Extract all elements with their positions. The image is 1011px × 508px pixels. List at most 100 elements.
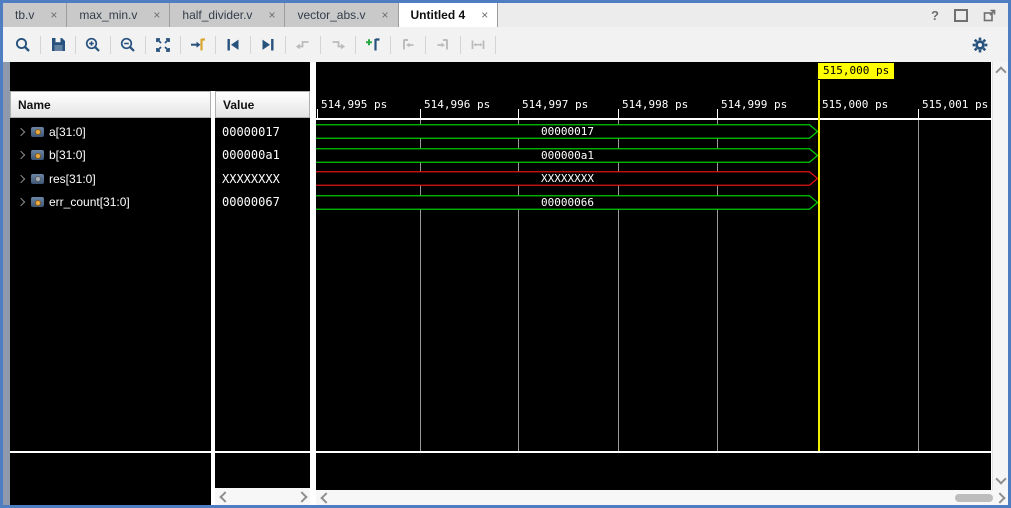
left-edge-strip (3, 62, 10, 505)
float-window-icon[interactable] (983, 9, 996, 22)
value-column-header[interactable]: Value (215, 91, 310, 118)
ruler-tick (618, 109, 619, 118)
search-button[interactable] (9, 32, 37, 58)
previous-marker-icon (399, 36, 417, 54)
previous-transition-icon (224, 36, 242, 54)
maximize-icon[interactable] (954, 9, 968, 22)
scroll-right-icon[interactable] (994, 492, 1005, 503)
help-icon[interactable]: ? (931, 8, 939, 23)
add-marker-button[interactable] (359, 32, 387, 58)
close-icon[interactable]: × (481, 8, 488, 22)
ruler-time-label: 515,000 ps (822, 98, 888, 111)
swap-previous-icon (294, 36, 312, 54)
close-icon[interactable]: × (50, 8, 57, 22)
ruler-tick (518, 109, 519, 118)
tab-tb-v[interactable]: tb.v × (3, 3, 67, 27)
wave-bus-res: XXXXXXXX (316, 171, 819, 186)
toolbar-separator (145, 36, 146, 54)
signal-value-cell[interactable]: 00000017 (215, 120, 310, 143)
signal-row-b[interactable]: b[31:0] (10, 144, 211, 167)
wave-horizontal-scrollbar[interactable] (316, 490, 1008, 505)
tab-untitled-4[interactable]: Untitled 4 × (399, 3, 499, 27)
next-transition-button[interactable] (254, 32, 282, 58)
scroll-up-icon[interactable] (995, 66, 1006, 77)
ruler-time-label: 514,996 ps (424, 98, 490, 111)
time-cursor[interactable] (818, 80, 820, 451)
tabbar-actions: ? (931, 3, 1008, 27)
name-column-header[interactable]: Name (10, 91, 211, 118)
wave-main-area: Name Value a[31:0] b[31:0] res[31:0] err… (3, 62, 1008, 505)
next-marker-button (429, 32, 457, 58)
bus-signal-icon (31, 197, 44, 207)
scroll-right-icon[interactable] (296, 491, 307, 502)
zoom-in-button[interactable] (79, 32, 107, 58)
tab-label: vector_abs.v (297, 8, 365, 22)
wave-bus-value: 00000066 (316, 195, 819, 210)
signal-name-label: res[31:0] (49, 172, 96, 186)
toolbar-separator (110, 36, 111, 54)
scrollbar-thumb[interactable] (955, 494, 993, 502)
tab-max-min-v[interactable]: max_min.v × (67, 3, 170, 27)
signal-row-res[interactable]: res[31:0] (10, 167, 211, 190)
next-marker-icon (434, 36, 452, 54)
save-button[interactable] (44, 32, 72, 58)
wave-bus-value: XXXXXXXX (316, 171, 819, 186)
go-to-time-button[interactable] (184, 32, 212, 58)
value-header-label: Value (223, 98, 254, 112)
tab-label: Untitled 4 (411, 8, 466, 22)
wave-bus-err-count: 00000066 (316, 195, 819, 210)
name-header-label: Name (18, 98, 51, 112)
expand-chevron-icon[interactable] (17, 127, 25, 135)
panel-top-strip (10, 62, 310, 91)
tab-vector-abs-v[interactable]: vector_abs.v × (285, 3, 398, 27)
span-markers-icon (469, 36, 487, 54)
scroll-left-icon[interactable] (219, 491, 230, 502)
zoom-out-button[interactable] (114, 32, 142, 58)
settings-button[interactable] (966, 32, 994, 58)
toolbar-separator (75, 36, 76, 54)
scroll-down-icon[interactable] (995, 473, 1006, 484)
ruler-tick (918, 109, 919, 118)
cursor-time-badge[interactable]: 515,000 ps (818, 63, 894, 79)
previous-transition-button[interactable] (219, 32, 247, 58)
expand-chevron-icon[interactable] (17, 198, 25, 206)
scroll-left-icon[interactable] (320, 492, 331, 503)
tab-bar: tb.v × max_min.v × half_divider.v × vect… (3, 3, 1008, 28)
close-icon[interactable]: × (382, 8, 389, 22)
signal-value-cell[interactable]: XXXXXXXX (215, 167, 310, 190)
toolbar-separator (460, 36, 461, 54)
ruler-tick (420, 109, 421, 118)
gridline (918, 120, 919, 451)
wave-bus-value: 000000a1 (316, 148, 819, 163)
signal-value-text: 00000067 (222, 195, 280, 209)
signal-value-cell[interactable]: 000000a1 (215, 144, 310, 167)
signal-value-cell[interactable]: 00000067 (215, 191, 310, 214)
waveform-canvas[interactable]: 514,995 ps 514,996 ps 514,997 ps 514,998… (316, 62, 991, 490)
signal-row-a[interactable]: a[31:0] (10, 120, 211, 143)
toolbar-separator (40, 36, 41, 54)
toolbar-separator (425, 36, 426, 54)
value-horizontal-scrollbar[interactable] (215, 488, 310, 505)
ruler-tick (717, 109, 718, 118)
expand-chevron-icon[interactable] (17, 151, 25, 159)
zoom-out-icon (119, 36, 137, 54)
bus-signal-icon (31, 174, 44, 184)
signal-row-err-count[interactable]: err_count[31:0] (10, 191, 211, 214)
settings-gear-icon (971, 36, 989, 54)
wave-bus-a: 00000017 (316, 124, 819, 139)
waveform-window: tb.v × max_min.v × half_divider.v × vect… (0, 0, 1011, 508)
gridline (420, 120, 421, 451)
swap-previous-button (289, 32, 317, 58)
toolbar-separator (250, 36, 251, 54)
tab-half-divider-v[interactable]: half_divider.v × (170, 3, 285, 27)
bus-signal-dot (35, 129, 41, 135)
expand-chevron-icon[interactable] (17, 174, 25, 182)
gridline (518, 120, 519, 451)
gridline (717, 120, 718, 451)
vertical-scrollbar[interactable] (992, 62, 1008, 490)
close-icon[interactable]: × (153, 8, 160, 22)
zoom-fit-button[interactable] (149, 32, 177, 58)
tab-label: tb.v (15, 8, 34, 22)
toolbar-separator (390, 36, 391, 54)
close-icon[interactable]: × (268, 8, 275, 22)
